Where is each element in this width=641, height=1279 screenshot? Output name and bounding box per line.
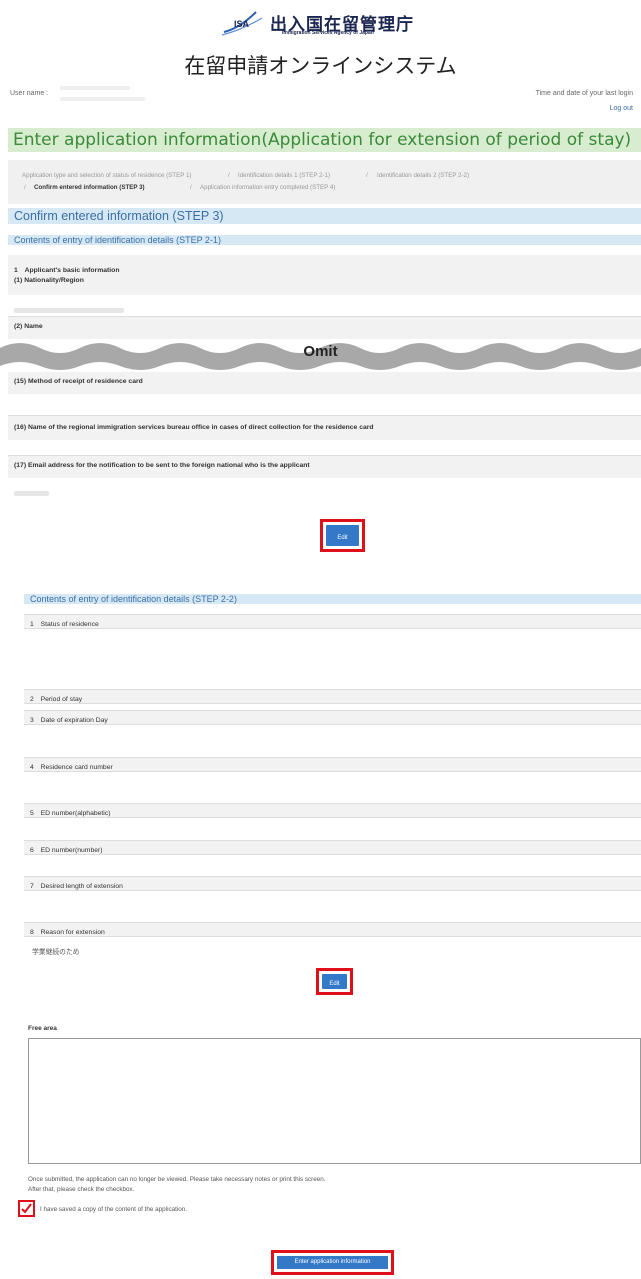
edit-step22-button[interactable]: Edit xyxy=(322,974,347,989)
isa-logo-icon: ISA xyxy=(221,11,263,36)
email-label: (17) Email address for the notification … xyxy=(14,462,310,469)
step22-item-card-number: 4 Residence card number xyxy=(24,757,641,772)
step22-item-ed-alpha: 5 ED number(alphabetic) xyxy=(24,803,641,818)
office-name-label: (16) Name of the regional immigration se… xyxy=(14,424,374,431)
step22-title: Contents of entry of identification deta… xyxy=(24,594,641,604)
breadcrumb-step-4: Application information entry completed … xyxy=(200,184,336,191)
logo-short-text: ISA xyxy=(234,19,250,29)
system-title: 在留申請オンラインシステム xyxy=(184,54,457,78)
edit-step22-highlight: Edit xyxy=(316,968,353,995)
step22-item-label: 2 Period of stay xyxy=(30,696,83,703)
step22-item-label: 7 Desired length of extension xyxy=(30,883,123,890)
step22-item-period: 2 Period of stay xyxy=(24,689,641,704)
step22-item-ed-number: 6 ED number(number) xyxy=(24,840,641,855)
confirm-section-title: Confirm entered information (STEP 3) xyxy=(8,208,641,224)
basic-info-header xyxy=(8,255,641,295)
logout-link[interactable]: Log out xyxy=(610,105,633,112)
free-area-textarea[interactable] xyxy=(28,1038,641,1164)
notice-text: After that, please check the checkbox. xyxy=(28,1186,135,1193)
step22-item-label: 4 Residence card number xyxy=(30,764,113,771)
step22-item-reason: 8 Reason for extension xyxy=(24,922,641,937)
edit-step21-highlight: Edit xyxy=(320,519,365,552)
step22-item-label: 1 Status of residence xyxy=(30,621,99,628)
breadcrumb: Application type and selection of status… xyxy=(8,160,641,204)
page-title: Enter application information(Applicatio… xyxy=(8,128,641,152)
name-label: (2) Name xyxy=(14,323,43,330)
free-area-label: Free area xyxy=(28,1025,57,1032)
name-row xyxy=(8,317,641,339)
step22-item-label: 6 ED number(number) xyxy=(30,847,103,854)
user-name-blurred xyxy=(60,86,130,90)
saved-copy-checkbox[interactable] xyxy=(18,1200,35,1217)
nationality-value-blurred xyxy=(14,308,124,313)
user-name-label: User name : xyxy=(10,90,49,97)
step22-item-label: 3 Date of expiration Day xyxy=(30,717,108,724)
nationality-label: (1) Nationality/Region xyxy=(14,277,84,284)
breadcrumb-step-2-2[interactable]: Identification details 2 (STEP 2-2) xyxy=(377,172,469,179)
step22-item-status: 1 Status of residence xyxy=(24,614,641,629)
step22-item-expiration: 3 Date of expiration Day xyxy=(24,710,641,725)
agency-name-en: Immigration Services Agency of Japan xyxy=(282,30,374,36)
step21-title: Contents of entry of identification deta… xyxy=(8,235,641,245)
enter-application-button[interactable]: Enter application information xyxy=(277,1256,388,1269)
step22-item-label: 5 ED number(alphabetic) xyxy=(30,810,111,817)
breadcrumb-separator: / xyxy=(190,184,192,191)
breadcrumb-step-2-1[interactable]: Identification details 1 (STEP 2-1) xyxy=(238,172,330,179)
last-login-label: Time and date of your last login xyxy=(535,90,633,97)
agency-logo: ISA 出入国在留管理庁 Immigration Services Agency… xyxy=(220,8,430,40)
reason-value: 学業継続のため xyxy=(32,949,80,956)
breadcrumb-separator: / xyxy=(24,184,26,191)
breadcrumb-separator: / xyxy=(228,172,230,179)
receipt-method-label: (15) Method of receipt of residence card xyxy=(14,378,143,385)
breadcrumb-separator: / xyxy=(366,172,368,179)
notice-text: Once submitted, the application can no l… xyxy=(28,1176,326,1183)
user-name-blurred xyxy=(60,97,145,101)
edit-step21-button[interactable]: Edit xyxy=(326,525,359,546)
submit-highlight: Enter application information xyxy=(271,1250,394,1275)
checkmark-icon xyxy=(21,1203,32,1214)
step22-item-extension-length: 7 Desired length of extension xyxy=(24,876,641,891)
basic-info-heading: 1 Applicant's basic information xyxy=(14,267,120,274)
breadcrumb-step-1[interactable]: Application type and selection of status… xyxy=(22,172,191,179)
breadcrumb-step-3-current: Confirm entered information (STEP 3) xyxy=(34,184,145,191)
saved-copy-label[interactable]: I have saved a copy of the content of th… xyxy=(40,1206,187,1213)
omit-label: Omit xyxy=(303,343,338,360)
email-value-blurred xyxy=(14,491,49,496)
step22-item-label: 8 Reason for extension xyxy=(30,929,105,936)
